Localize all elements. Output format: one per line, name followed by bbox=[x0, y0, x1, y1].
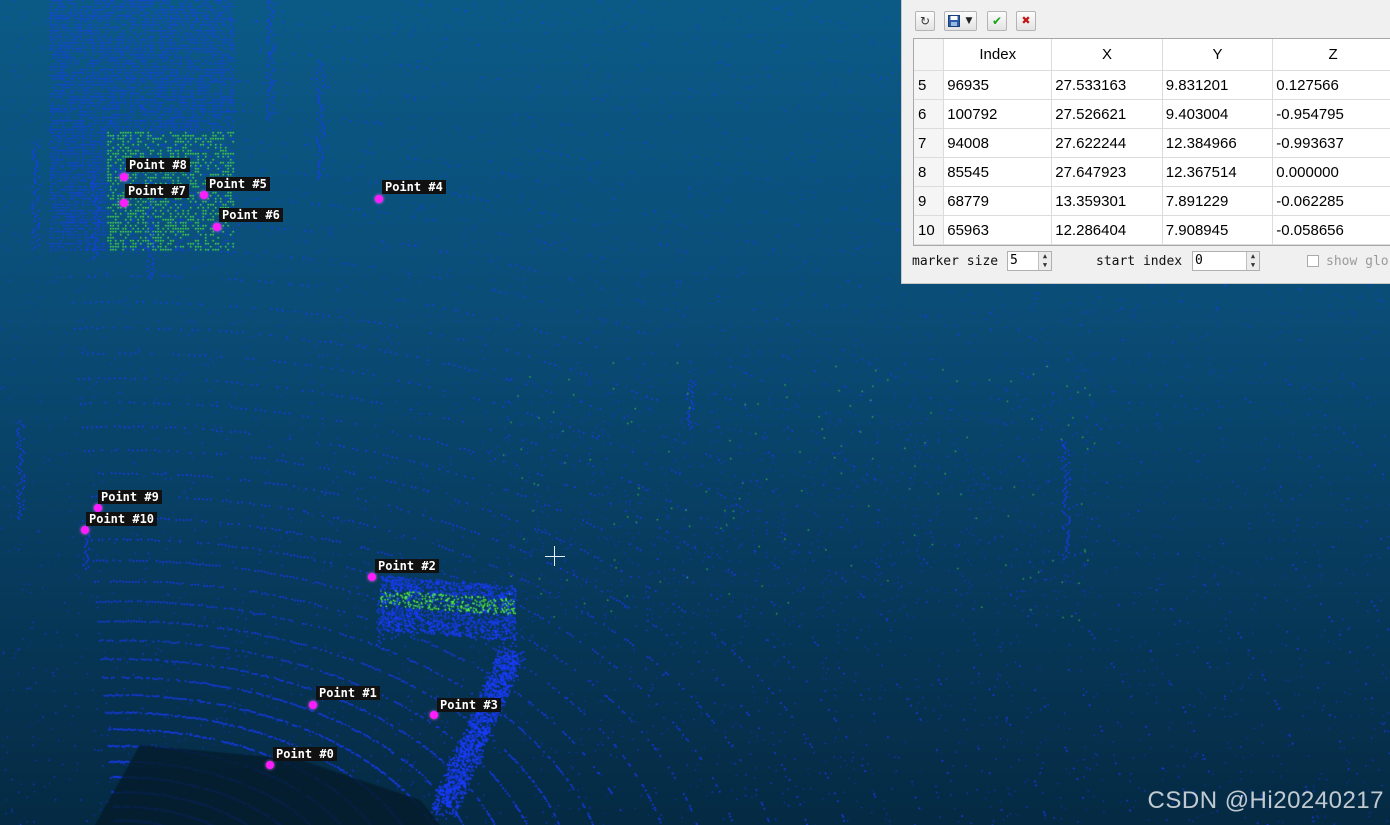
panel-toolbar: ↻ ▼ ✔ ✖ bbox=[902, 0, 1390, 38]
cell-z[interactable]: 0.127566 bbox=[1272, 70, 1390, 100]
picked-point-marker-5[interactable] bbox=[200, 191, 208, 199]
reset-icon: ↻ bbox=[919, 14, 931, 28]
picked-point-label-7: Point #7 bbox=[125, 184, 189, 198]
picked-point-marker-1[interactable] bbox=[309, 701, 317, 709]
cancel-button[interactable]: ✖ bbox=[1016, 11, 1036, 31]
column-header-x[interactable]: X bbox=[1051, 39, 1163, 71]
cell-index[interactable]: 68779 bbox=[943, 186, 1053, 216]
marker-size-stepper[interactable]: ▲ ▼ bbox=[1038, 252, 1051, 270]
picked-point-label-10: Point #10 bbox=[86, 512, 158, 526]
watermark: CSDN @Hi20240217 bbox=[1147, 787, 1384, 814]
cell-z[interactable]: -0.062285 bbox=[1272, 186, 1390, 216]
picked-point-marker-0[interactable] bbox=[266, 761, 274, 769]
points-table[interactable]: Index X Y Z 5 96935 27.533163 9.831201 0.127… bbox=[913, 38, 1390, 246]
picked-point-label-9: Point #9 bbox=[98, 490, 162, 504]
row-header[interactable]: 9 bbox=[914, 186, 945, 216]
start-index-spinbox[interactable]: ▲▼ bbox=[1192, 251, 1260, 271]
picked-point-marker-10[interactable] bbox=[81, 526, 89, 534]
cell-z[interactable]: -0.993637 bbox=[1272, 128, 1390, 158]
cell-y[interactable]: 7.891229 bbox=[1162, 186, 1274, 216]
picked-point-marker-6[interactable] bbox=[213, 223, 221, 231]
reset-button[interactable]: ↻ bbox=[915, 11, 935, 31]
picked-point-marker-4[interactable] bbox=[375, 195, 383, 203]
check-icon: ✔ bbox=[991, 14, 1003, 28]
row-header[interactable]: 10 bbox=[914, 215, 945, 245]
column-header-y[interactable]: Y bbox=[1162, 39, 1274, 71]
start-index-stepper[interactable]: ▲ ▼ bbox=[1246, 252, 1259, 270]
cell-y[interactable]: 9.403004 bbox=[1162, 99, 1274, 129]
cell-x[interactable]: 12.286404 bbox=[1051, 215, 1163, 245]
picked-point-label-2: Point #2 bbox=[375, 559, 439, 573]
cell-index[interactable]: 100792 bbox=[943, 99, 1053, 129]
panel-controls: marker size ▲▼ start index ▲▼ show glo bbox=[902, 248, 1390, 276]
row-header[interactable]: 7 bbox=[914, 128, 945, 158]
table-row[interactable]: 5 96935 27.533163 9.831201 0.127566 bbox=[914, 70, 1390, 100]
picked-point-label-8: Point #8 bbox=[126, 158, 190, 172]
crosshair-vertical bbox=[554, 546, 555, 566]
cell-x[interactable]: 27.622244 bbox=[1051, 128, 1163, 158]
column-header-z[interactable]: Z bbox=[1272, 39, 1390, 71]
cell-index[interactable]: 96935 bbox=[943, 70, 1053, 100]
save-icon bbox=[948, 15, 960, 27]
cell-x[interactable]: 13.359301 bbox=[1051, 186, 1163, 216]
picked-point-marker-9[interactable] bbox=[94, 504, 102, 512]
picked-point-label-1: Point #1 bbox=[316, 686, 380, 700]
table-corner[interactable] bbox=[914, 39, 945, 71]
crosshair-horizontal bbox=[545, 556, 565, 557]
start-index-label: start index bbox=[1096, 254, 1183, 269]
row-header[interactable]: 5 bbox=[914, 70, 945, 100]
close-icon: ✖ bbox=[1021, 14, 1031, 27]
cell-z[interactable]: -0.058656 bbox=[1272, 215, 1390, 245]
cell-y[interactable]: 12.367514 bbox=[1162, 157, 1274, 187]
point-list-panel: ↻ ▼ ✔ ✖ Index X Y Z 5 96935 27.533163 9.… bbox=[901, 0, 1390, 284]
marker-size-spinbox[interactable]: ▲▼ bbox=[1007, 251, 1052, 271]
table-row[interactable]: 7 94008 27.622244 12.384966 -0.993637 bbox=[914, 128, 1390, 158]
cell-y[interactable]: 9.831201 bbox=[1162, 70, 1274, 100]
picked-point-label-4: Point #4 bbox=[382, 180, 446, 194]
cell-y[interactable]: 7.908945 bbox=[1162, 215, 1274, 245]
cell-z[interactable]: 0.000000 bbox=[1272, 157, 1390, 187]
column-header-index[interactable]: Index bbox=[943, 39, 1053, 71]
validate-button[interactable]: ✔ bbox=[987, 11, 1007, 31]
table-row[interactable]: 10 65963 12.286404 7.908945 -0.058656 bbox=[914, 215, 1390, 245]
picked-point-label-6: Point #6 bbox=[219, 208, 283, 222]
picked-point-marker-2[interactable] bbox=[368, 573, 376, 581]
table-row[interactable]: 9 68779 13.359301 7.891229 -0.062285 bbox=[914, 186, 1390, 216]
save-dropdown-button[interactable]: ▼ bbox=[962, 11, 977, 31]
cell-x[interactable]: 27.526621 bbox=[1051, 99, 1163, 129]
picked-point-marker-8[interactable] bbox=[120, 173, 128, 181]
picked-point-label-0: Point #0 bbox=[273, 747, 337, 761]
row-header[interactable]: 8 bbox=[914, 157, 945, 187]
save-button[interactable] bbox=[944, 11, 964, 31]
table-row[interactable]: 6 100792 27.526621 9.403004 -0.954795 bbox=[914, 99, 1390, 129]
chevron-down-icon: ▼ bbox=[965, 16, 973, 26]
picked-point-marker-7[interactable] bbox=[120, 199, 128, 207]
cell-y[interactable]: 12.384966 bbox=[1162, 128, 1274, 158]
cell-x[interactable]: 27.533163 bbox=[1051, 70, 1163, 100]
start-index-input[interactable] bbox=[1195, 253, 1248, 268]
table-row[interactable]: 8 85545 27.647923 12.367514 0.000000 bbox=[914, 157, 1390, 187]
show-global-label: show glo bbox=[1326, 254, 1389, 269]
row-header[interactable]: 6 bbox=[914, 99, 945, 129]
show-global-checkbox[interactable] bbox=[1307, 255, 1319, 267]
cell-x[interactable]: 27.647923 bbox=[1051, 157, 1163, 187]
picked-point-marker-3[interactable] bbox=[430, 711, 438, 719]
table-header-row: Index X Y Z bbox=[914, 39, 1390, 71]
cell-z[interactable]: -0.954795 bbox=[1272, 99, 1390, 129]
marker-size-label: marker size bbox=[912, 254, 999, 269]
cell-index[interactable]: 65963 bbox=[943, 215, 1053, 245]
cell-index[interactable]: 94008 bbox=[943, 128, 1053, 158]
picked-point-label-5: Point #5 bbox=[206, 177, 270, 191]
picked-point-label-3: Point #3 bbox=[437, 698, 501, 712]
cell-index[interactable]: 85545 bbox=[943, 157, 1053, 187]
